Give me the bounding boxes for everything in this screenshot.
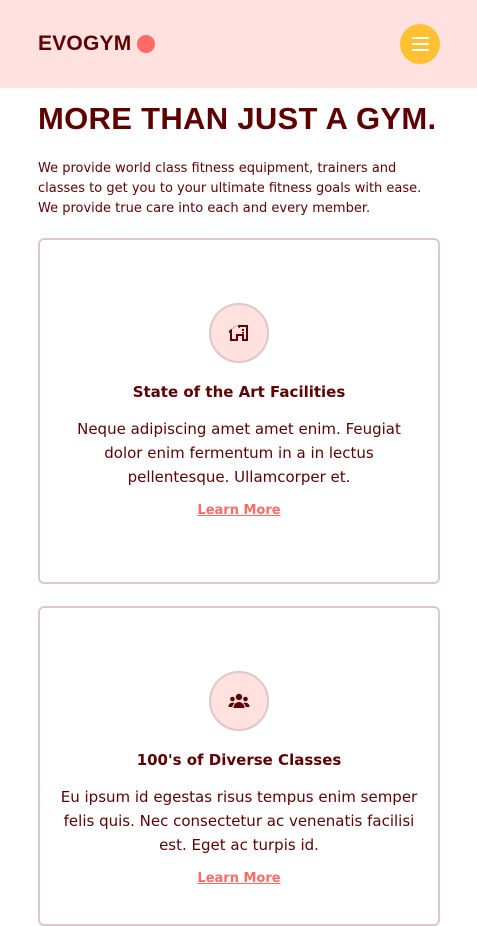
learn-more-link[interactable]: Learn More xyxy=(197,870,280,888)
page-title: MORE THAN JUST A GYM. xyxy=(38,101,437,136)
navbar: EVOGYM xyxy=(0,0,477,88)
learn-more-link[interactable]: Learn More xyxy=(197,502,280,520)
logo-dot xyxy=(137,35,156,53)
logo-text: EVOGYM xyxy=(38,32,132,55)
user-group-icon-graphic xyxy=(228,693,250,708)
hamburger-menu-icon xyxy=(411,49,429,51)
card-description: Neque adipiscing amet amet enim. Feugiat… xyxy=(77,420,401,486)
benefit-card-classes: 100's of Diverse Classes Eu ipsum id ege… xyxy=(38,606,440,926)
user-group-icon xyxy=(209,671,269,731)
card-title: State of the Art Facilities xyxy=(132,383,346,401)
logo[interactable]: EVOGYM xyxy=(38,32,156,56)
card-title: 100's of Diverse Classes xyxy=(136,751,342,769)
home-modern-icon xyxy=(209,303,269,363)
home-modern-icon-graphic xyxy=(229,325,248,341)
benefit-card-facilities: State of the Art Facilities Neque adipis… xyxy=(38,238,440,584)
menu-toggle-button[interactable] xyxy=(400,24,440,64)
hamburger-menu-icon xyxy=(411,43,429,45)
card-description: Eu ipsum id egestas risus tempus enim se… xyxy=(60,788,418,854)
hamburger-menu-icon xyxy=(411,37,429,39)
benefits-section: MORE THAN JUST A GYM. We provide world c… xyxy=(38,101,440,219)
intro-text: We provide world class fitness equipment… xyxy=(38,161,422,216)
